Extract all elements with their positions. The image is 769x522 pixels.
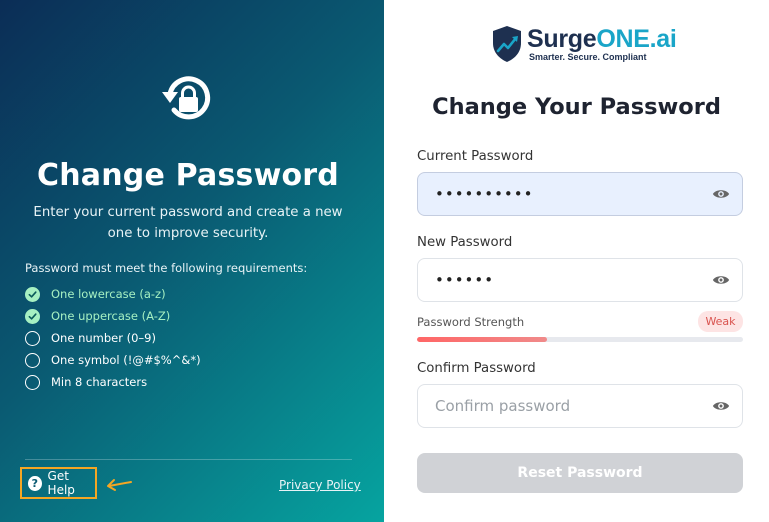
brand-tagline: Smarter. Secure. Compliant [529,52,647,62]
new-password-input[interactable] [418,259,712,301]
brand-name-accent: ONE.ai [596,25,677,53]
requirements-title: Password must meet the following require… [25,261,308,275]
requirement-symbol: One symbol (!@#$%^&*) [25,349,201,371]
lock-reset-icon [162,76,211,120]
strength-badge: Weak [698,311,743,332]
new-password-label: New Password [417,235,513,250]
panel-title: Change Password [37,158,339,193]
privacy-policy-link[interactable]: Privacy Policy [279,478,361,492]
confirm-password-input[interactable] [418,385,712,427]
current-password-field[interactable] [417,172,743,216]
requirement-label: One number (0–9) [51,331,156,345]
requirements-list: One lowercase (a-z) One uppercase (A-Z) … [25,283,201,393]
change-password-page: Change Password Enter your current passw… [0,0,769,522]
brand-name-primary: Surge [527,25,597,53]
panel-subtitle: Enter your current password and create a… [33,205,343,241]
requirement-min-length: Min 8 characters [25,371,201,393]
requirement-label: One symbol (!@#$%^&*) [51,353,201,367]
check-circle-icon [25,308,40,324]
eye-icon[interactable] [712,185,730,203]
reset-password-button[interactable]: Reset Password [417,453,743,493]
eye-icon[interactable] [712,397,730,415]
get-help-label: Get Help [47,469,75,497]
shield-chart-icon [493,26,521,62]
new-password-field[interactable] [417,258,743,302]
arrow-left-icon [107,479,132,491]
form-title: Change Your Password [432,94,721,120]
current-password-label: Current Password [417,149,534,164]
check-circle-icon [25,286,40,302]
requirement-uppercase: One uppercase (A-Z) [25,305,201,327]
strength-meter [417,337,743,342]
password-strength-label: Password Strength [417,315,525,329]
confirm-password-field[interactable] [417,384,743,428]
requirement-label: Min 8 characters [51,375,148,389]
empty-circle-icon [25,352,40,368]
get-help-link[interactable]: ? Get Help [20,467,97,499]
panel-divider [25,459,352,460]
requirement-label: One uppercase (A-Z) [51,309,171,323]
help-circle-icon: ? [28,475,42,491]
requirement-label: One lowercase (a-z) [51,287,166,301]
requirement-lowercase: One lowercase (a-z) [25,283,201,305]
brand-name: SurgeONE.ai [527,25,677,53]
empty-circle-icon [25,330,40,346]
confirm-password-label: Confirm Password [417,361,536,376]
strength-meter-fill [417,337,548,342]
info-panel: Change Password Enter your current passw… [0,0,384,522]
eye-icon[interactable] [712,271,730,289]
brand-logo: SurgeONE.ai Smarter. Secure. Compliant [491,25,677,63]
empty-circle-icon [25,374,40,390]
form-panel: SurgeONE.ai Smarter. Secure. Compliant C… [384,0,769,522]
requirement-number: One number (0–9) [25,327,201,349]
current-password-input[interactable] [418,173,712,215]
